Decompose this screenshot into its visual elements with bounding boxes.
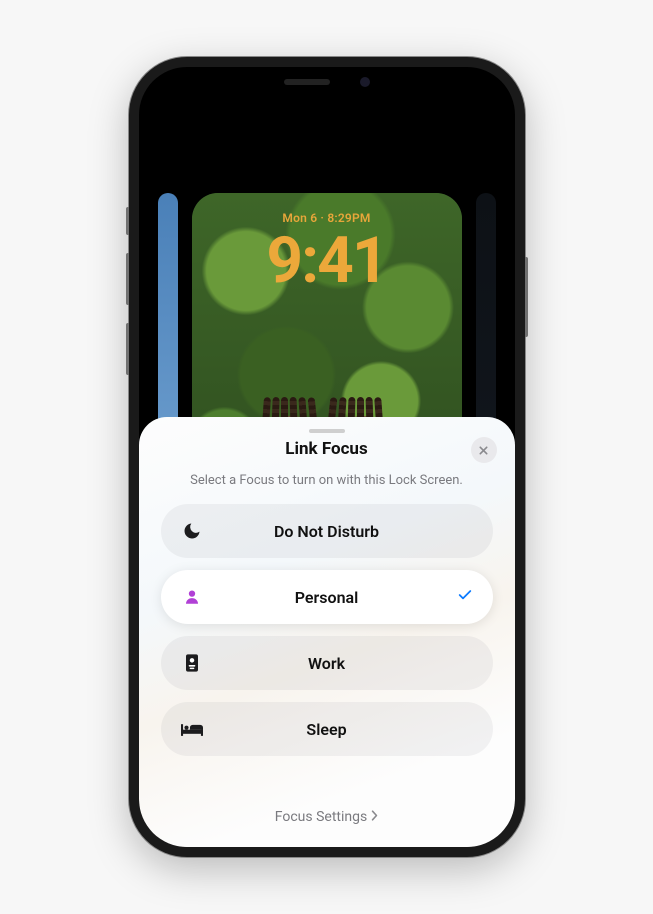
sheet-grabber[interactable] [309,429,345,433]
link-focus-sheet: Link Focus Select a Focus to turn on wit… [139,417,515,847]
focus-option-list: Do Not Disturb Personal [157,504,497,756]
phone-side-buttons-left [126,207,129,393]
focus-settings-label: Focus Settings [275,809,367,825]
chevron-right-icon [371,809,378,825]
focus-option-label: Do Not Disturb [181,522,473,541]
focus-option-label: Personal [181,588,473,607]
focus-option-label: Work [181,654,473,673]
check-icon [457,587,473,607]
focus-option-dnd[interactable]: Do Not Disturb [161,504,493,558]
lockscreen-time: 9:41 [192,223,462,298]
phone-screen: Mon 6 · 8:29PM 9:41 [139,67,515,847]
phone-side-button-right [525,257,528,337]
sheet-title: Link Focus [157,439,497,459]
close-icon [478,441,489,460]
focus-option-work[interactable]: Work [161,636,493,690]
focus-settings-link[interactable]: Focus Settings [157,795,497,831]
close-button[interactable] [471,437,497,463]
notch [252,67,402,97]
focus-option-personal[interactable]: Personal [161,570,493,624]
sheet-subtitle: Select a Focus to turn on with this Lock… [157,473,497,488]
phone-frame: Mon 6 · 8:29PM 9:41 [129,57,525,857]
focus-option-sleep[interactable]: Sleep [161,702,493,756]
focus-option-label: Sleep [181,720,473,739]
